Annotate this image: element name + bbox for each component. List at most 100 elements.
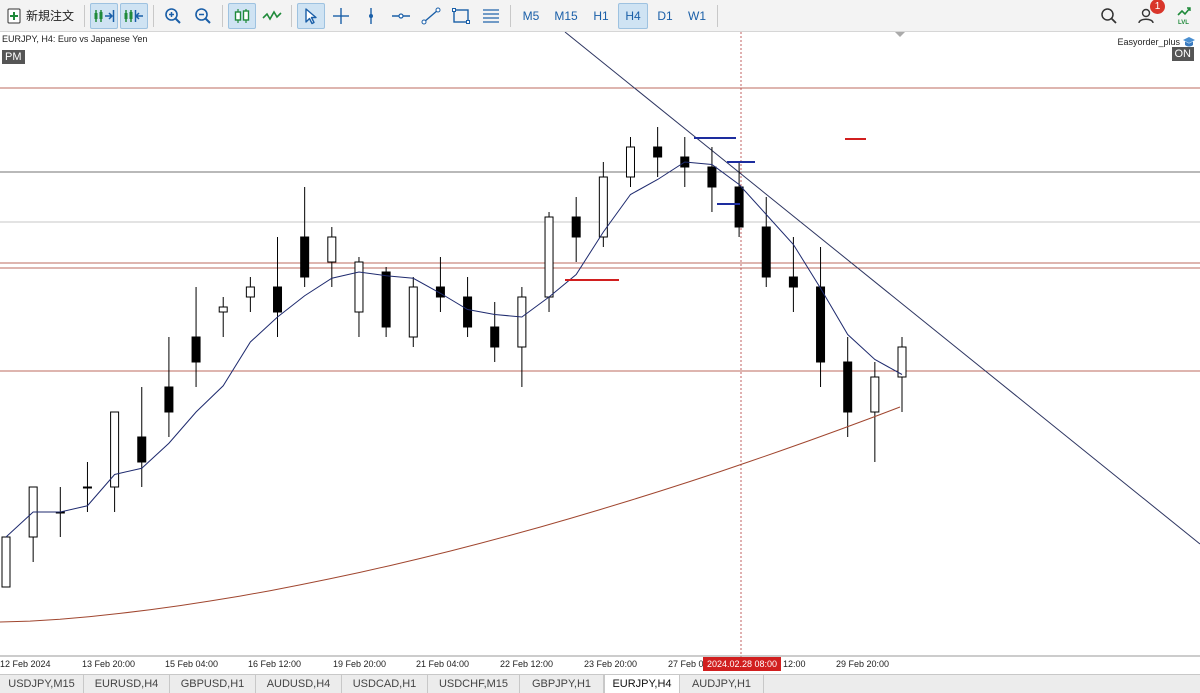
tab-audusd-h4[interactable]: AUDUSD,H4: [256, 675, 342, 693]
toolbar-separator: [510, 4, 512, 27]
zoom-in-icon: [165, 7, 181, 24]
tab-eurjpy-h4[interactable]: EURJPY,H4: [604, 675, 680, 693]
tab-usdchf-m15[interactable]: USDCHF,M15: [428, 675, 520, 693]
tab-label: GBPJPY,H1: [531, 678, 592, 690]
chart-shift-marker: [895, 32, 905, 37]
bearish-candle: [653, 146, 663, 158]
time-axis-label: 16 Feb 12:00: [248, 659, 301, 669]
timeframe-button-d1[interactable]: D1: [650, 3, 680, 29]
cursor-tool-button[interactable]: [297, 2, 326, 29]
bearish-candle: [734, 186, 744, 228]
new-order-icon: [7, 8, 21, 23]
bullish-candle: [110, 411, 120, 488]
tab-label: AUDUSD,H4: [266, 678, 331, 690]
crosshair-icon: [333, 7, 350, 24]
chart-shift-icon: [124, 9, 144, 22]
tab-label: GBPUSD,H1: [180, 678, 245, 690]
auto-scroll-icon: [94, 9, 115, 22]
search-button[interactable]: [1095, 3, 1123, 29]
tab-label: EURUSD,H4: [94, 678, 159, 690]
bullish-candle: [354, 261, 364, 313]
line-chart-icon: [262, 9, 282, 21]
bullish-candle: [218, 306, 228, 313]
toolbar-separator: [153, 4, 155, 27]
time-axis-label: 27 Feb 0: [668, 659, 704, 669]
session-badge: PM: [2, 50, 25, 64]
bullish-candle: [327, 236, 337, 263]
tab-label: USDJPY,M15: [8, 678, 75, 690]
fibonacci-tool-button[interactable]: [477, 3, 505, 29]
zoom-in-button[interactable]: [159, 3, 187, 29]
zoom-out-icon: [195, 7, 211, 24]
new-order-button[interactable]: 新規注文: [1, 3, 79, 29]
price-chart[interactable]: 12 Feb 2024 13 Feb 20:00 15 Feb 04:00 16 Fe…: [0, 32, 1200, 674]
toolbar-separator: [717, 4, 719, 27]
bullish-candle: [870, 376, 880, 413]
cursor-icon: [305, 7, 317, 24]
horizontal-line-icon: [392, 12, 411, 19]
timeframe-label: D1: [657, 8, 673, 23]
moving-average-fast: [5, 161, 903, 538]
tab-gbpjpy-h1[interactable]: GBPJPY,H1: [520, 675, 604, 693]
bearish-candle: [463, 296, 473, 328]
chart-area[interactable]: 12 Feb 2024 13 Feb 20:00 15 Feb 04:00 16 Fe…: [0, 32, 1200, 674]
tab-audjpy-h1[interactable]: AUDJPY,H1: [680, 675, 764, 693]
crosshair-time-label: 2024.02.28 08:00: [703, 657, 781, 671]
expert-advisor-status[interactable]: ON: [1171, 47, 1194, 61]
toolbar-separator: [222, 4, 224, 27]
rectangle-tool-button[interactable]: [447, 3, 475, 29]
time-axis-label: 12:00: [783, 659, 806, 669]
tab-label: USDCHF,M15: [438, 678, 509, 690]
toolbar-right: 1 LVL: [1094, 0, 1200, 31]
tab-label: USDCAD,H1: [352, 678, 417, 690]
expert-advisor-name: Easyorder_plus: [1117, 37, 1180, 47]
rectangle-icon: [452, 7, 471, 24]
bearish-candle: [816, 286, 826, 363]
bearish-candle: [381, 271, 391, 328]
bullish-candle: [408, 286, 418, 338]
bearish-candle: [273, 286, 283, 313]
bearish-candle: [164, 386, 174, 413]
vertical-line-icon: [369, 7, 374, 24]
search-icon: [1101, 7, 1117, 24]
new-order-label: 新規注文: [26, 9, 75, 23]
tab-label: EURJPY,H4: [612, 678, 672, 690]
moving-average-slow: [0, 406, 901, 623]
bearish-candle: [191, 336, 201, 363]
zoom-out-button[interactable]: [189, 3, 217, 29]
tab-eurusd-h4[interactable]: EURUSD,H4: [84, 675, 170, 693]
timeframe-button-h1[interactable]: H1: [586, 3, 616, 29]
timeframe-button-m15[interactable]: M15: [548, 3, 584, 29]
time-axis-label: 22 Feb 12:00: [500, 659, 553, 669]
line-chart-button[interactable]: [258, 3, 286, 29]
tab-usdcad-h1[interactable]: USDCAD,H1: [342, 675, 428, 693]
vertical-line-tool-button[interactable]: [357, 3, 385, 29]
timeframe-label: H4: [625, 8, 641, 23]
bullish-candle: [82, 486, 92, 489]
notifications-button[interactable]: 1: [1132, 0, 1165, 29]
time-axis-label: 23 Feb 20:00: [584, 659, 637, 669]
chart-shift-button[interactable]: [120, 2, 149, 29]
auto-scroll-button[interactable]: [90, 2, 119, 29]
trendline-icon: [421, 7, 441, 24]
bearish-candle: [137, 436, 147, 463]
timeframe-button-m5[interactable]: M5: [516, 3, 546, 29]
timeframe-button-h4[interactable]: H4: [618, 2, 649, 29]
bearish-candle: [490, 326, 500, 348]
candlestick-icon: [234, 8, 250, 23]
time-axis-label: 19 Feb 20:00: [333, 659, 386, 669]
bearish-candle: [571, 216, 581, 238]
horizontal-line-tool-button[interactable]: [387, 3, 415, 29]
timeframe-label: M15: [554, 8, 578, 23]
tab-gbpusd-h1[interactable]: GBPUSD,H1: [170, 675, 256, 693]
tab-usdjpy-m15[interactable]: USDJPY,M15: [0, 675, 84, 693]
timeframe-button-w1[interactable]: W1: [682, 3, 712, 29]
signals-button[interactable]: LVL: [1171, 3, 1199, 29]
crosshair-tool-button[interactable]: [327, 3, 355, 29]
bullish-candle: [1, 536, 11, 588]
trend-line: [564, 32, 1200, 545]
candlestick-chart-button[interactable]: [228, 2, 257, 29]
symbol-tabs: USDJPY,M15 EURUSD,H4 GBPUSD,H1 AUDUSD,H4…: [0, 674, 1200, 693]
trendline-tool-button[interactable]: [417, 3, 445, 29]
bearish-candle: [707, 166, 717, 188]
